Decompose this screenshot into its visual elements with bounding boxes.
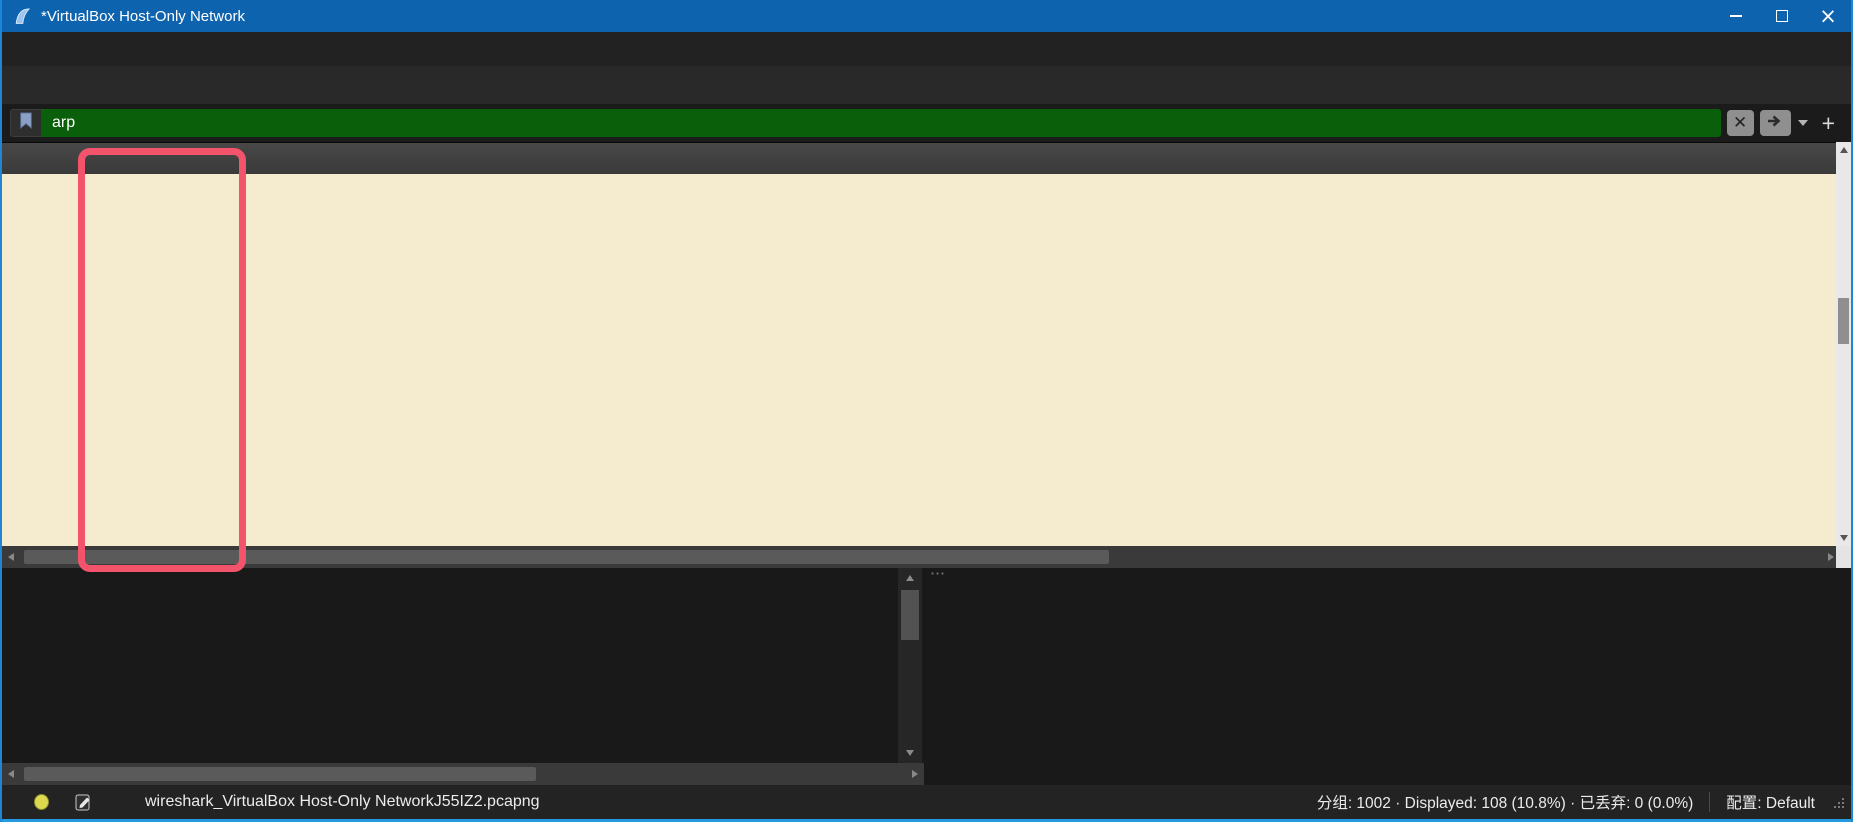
detail-horizontal-scrollbar[interactable] bbox=[2, 763, 924, 785]
display-filter-input[interactable]: arp bbox=[42, 109, 1721, 137]
scrollbar-corner bbox=[1836, 546, 1851, 568]
packet-rows bbox=[2, 174, 1851, 546]
filter-add-button[interactable]: + bbox=[1822, 112, 1835, 135]
packet-list-vertical-scrollbar[interactable] bbox=[1836, 142, 1851, 546]
filter-history-caret[interactable] bbox=[1798, 120, 1808, 126]
title-bar: *VirtualBox Host-Only Network × bbox=[2, 0, 1851, 32]
packet-statistics: 分组: 1002 · Displayed: 108 (10.8%) · 已丢弃:… bbox=[1317, 791, 1693, 813]
filter-clear-button[interactable]: ✕ bbox=[1727, 110, 1754, 136]
packet-detail-pane bbox=[2, 568, 898, 763]
bookmark-icon bbox=[18, 111, 34, 135]
filter-bookmark-button[interactable] bbox=[10, 109, 42, 137]
wireshark-window: *VirtualBox Host-Only Network × arp ✕ + bbox=[0, 0, 1853, 822]
profile-label[interactable]: 配置: Default bbox=[1726, 791, 1815, 813]
close-button[interactable]: × bbox=[1805, 0, 1851, 32]
apply-arrow-icon bbox=[1766, 114, 1784, 133]
maximize-button[interactable] bbox=[1759, 0, 1805, 32]
maximize-icon bbox=[1776, 10, 1788, 22]
scroll-up-arrow[interactable] bbox=[1836, 142, 1851, 158]
detail-vertical-scrollbar[interactable] bbox=[898, 568, 922, 763]
minimize-icon bbox=[1730, 15, 1742, 17]
pane-splitter-handle[interactable] bbox=[930, 571, 946, 577]
wireshark-logo-icon bbox=[12, 6, 32, 26]
detail-scrollbar-row bbox=[2, 763, 1851, 785]
minimize-button[interactable] bbox=[1713, 0, 1759, 32]
status-divider bbox=[1709, 792, 1710, 812]
detail-scroll-down-arrow[interactable] bbox=[898, 745, 922, 761]
packet-list-horizontal-scrollbar[interactable] bbox=[2, 546, 1840, 568]
scroll-down-arrow[interactable] bbox=[1836, 530, 1851, 546]
status-bar: wireshark_VirtualBox Host-Only NetworkJ5… bbox=[2, 785, 1851, 819]
vertical-scrollbar-thumb[interactable] bbox=[1838, 298, 1849, 344]
capture-comment-icon[interactable] bbox=[75, 793, 93, 811]
menu-bar bbox=[2, 32, 1851, 66]
packet-list-pane bbox=[2, 142, 1851, 568]
close-icon: × bbox=[1819, 6, 1837, 27]
clear-x-icon: ✕ bbox=[1733, 113, 1747, 133]
column-header-row bbox=[2, 142, 1851, 174]
capture-file-properties-icon[interactable] bbox=[34, 794, 49, 810]
detail-scroll-left-arrow[interactable] bbox=[2, 763, 20, 785]
filter-bar: arp ✕ + bbox=[2, 104, 1851, 142]
packet-bytes-pane bbox=[922, 568, 1851, 763]
detail-horizontal-thumb[interactable] bbox=[24, 767, 536, 781]
main-toolbar bbox=[2, 66, 1851, 104]
detail-scroll-right-arrow[interactable] bbox=[906, 763, 924, 785]
detail-scrollbar-thumb[interactable] bbox=[901, 590, 919, 640]
resize-grip[interactable] bbox=[1831, 795, 1847, 816]
horizontal-scrollbar-thumb[interactable] bbox=[24, 550, 1109, 564]
lower-panes bbox=[2, 568, 1851, 763]
scroll-left-arrow[interactable] bbox=[2, 546, 20, 568]
detail-scroll-up-arrow[interactable] bbox=[898, 570, 922, 586]
window-title: *VirtualBox Host-Only Network bbox=[41, 8, 1713, 25]
filter-apply-button[interactable] bbox=[1760, 110, 1791, 136]
filter-value: arp bbox=[52, 114, 75, 132]
status-right: 分组: 1002 · Displayed: 108 (10.8%) · 已丢弃:… bbox=[1317, 789, 1851, 816]
capture-filename: wireshark_VirtualBox Host-Only NetworkJ5… bbox=[145, 793, 540, 811]
